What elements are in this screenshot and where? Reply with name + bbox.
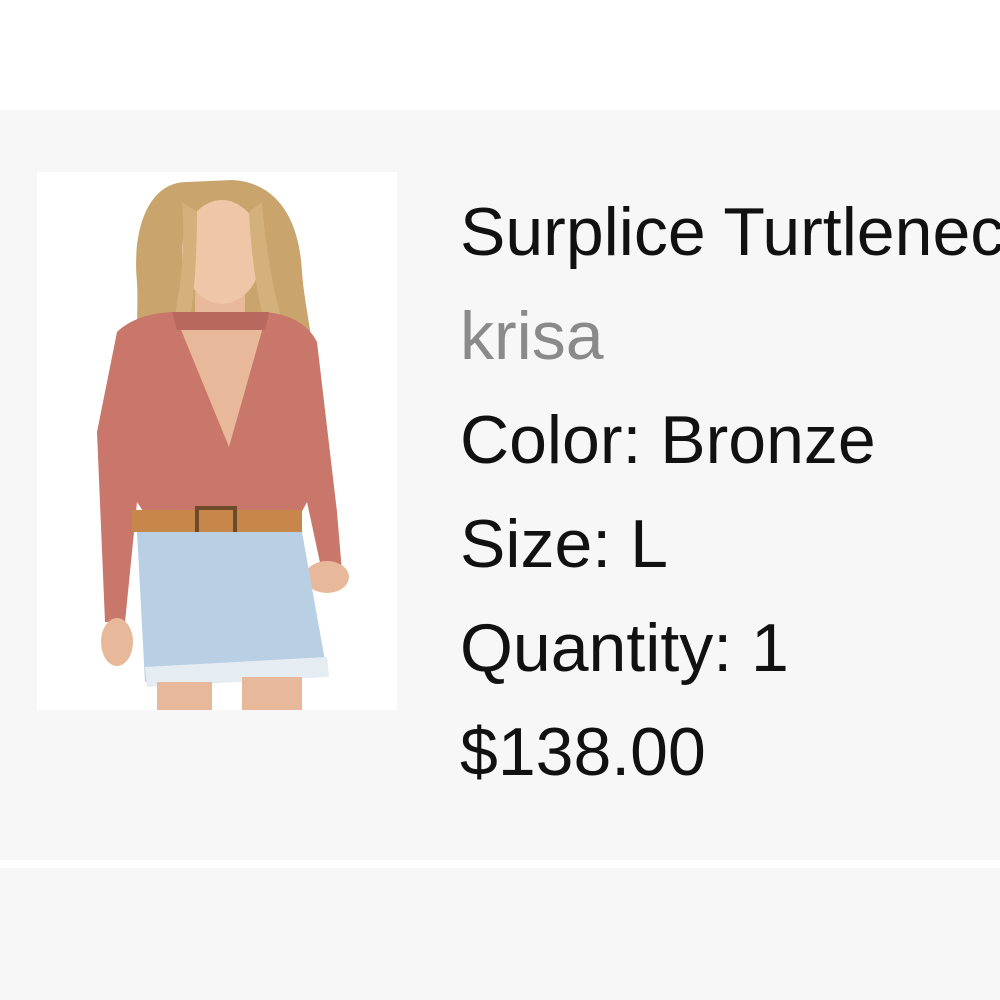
product-photo-icon [97,180,349,710]
product-quantity: Quantity: 1 [460,610,789,686]
product-image[interactable] [37,172,397,710]
product-name[interactable]: Surplice Turtleneck [460,180,1000,284]
product-brand[interactable]: krisa [460,284,1000,388]
product-price: $138.00 [460,714,706,790]
product-size: Size: L [460,506,668,582]
next-cart-item[interactable] [0,868,1000,1000]
product-color: Color: Bronze [460,402,876,478]
item-divider [0,860,1000,868]
cart-item[interactable]: Surplice Turtleneck krisa Color: Bronze … [0,110,1000,860]
product-details: Surplice Turtleneck krisa Color: Bronze … [460,180,1000,804]
top-bar [0,0,1000,110]
